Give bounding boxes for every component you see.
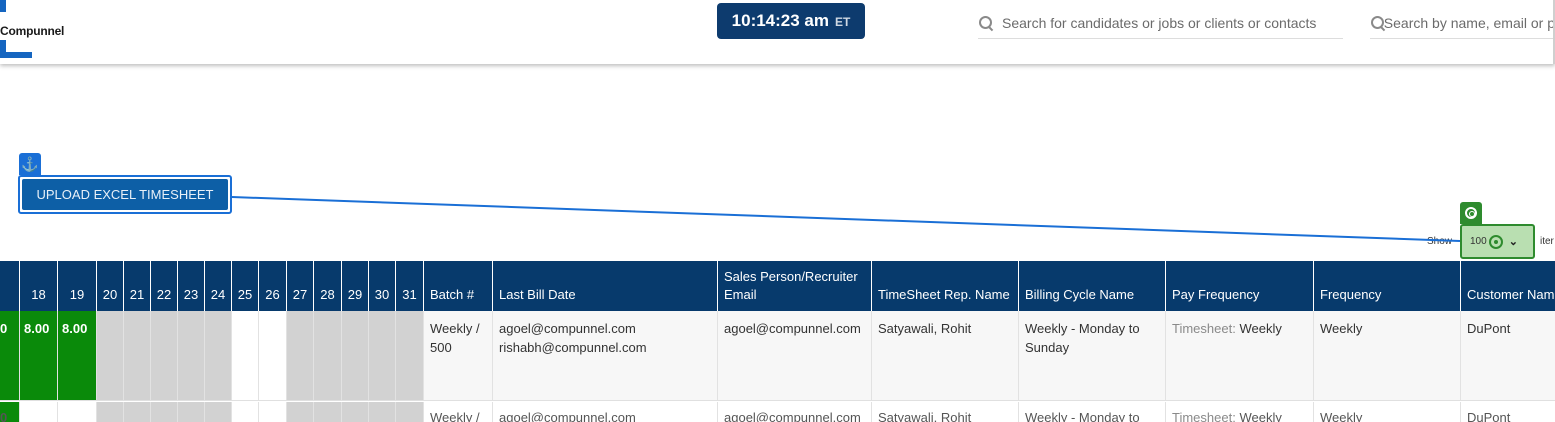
day-27-cell[interactable] (287, 402, 314, 422)
column-header-pay-frequency[interactable]: Pay Frequency (1166, 261, 1314, 311)
column-header-24[interactable]: 24 (205, 261, 232, 311)
search-icon (1370, 15, 1384, 31)
day-31-cell[interactable] (396, 311, 424, 400)
day-20-cell[interactable] (97, 311, 124, 400)
rep-name-cell: Satyawali, Rohit (872, 311, 1019, 400)
clock-time: 10:14:23 am (731, 11, 829, 30)
billing-cycle-cell: Weekly - Monday to (1019, 402, 1166, 422)
day-23-cell[interactable] (178, 402, 205, 422)
table-header: 18 19 20 21 22 23 24 25 26 27 28 29 30 3… (0, 261, 1555, 311)
day-29-cell[interactable] (342, 402, 369, 422)
anchor-icon: ⚓ (19, 153, 41, 175)
sales-email-cell: agoel@compunnel.com (718, 311, 872, 400)
page-size-value: 100 (1470, 236, 1487, 247)
column-header-29[interactable]: 29 (342, 261, 369, 311)
day-28-cell[interactable] (314, 402, 342, 422)
day-17-cell[interactable]: 0 (0, 311, 20, 400)
day-18-cell[interactable]: 8.00 (20, 311, 58, 400)
column-header-26[interactable]: 26 (259, 261, 287, 311)
day-17-cell[interactable]: 0 (0, 402, 20, 422)
column-header-sales-email[interactable]: Sales Person/Recruiter Email (718, 261, 872, 311)
pay-frequency-value: Weekly (1239, 321, 1282, 336)
name-search-placeholder[interactable]: Search by name, email or p (1384, 15, 1555, 31)
upload-excel-timesheet-button[interactable]: UPLOAD EXCEL TIMESHEET (22, 179, 228, 210)
column-header-billing-cycle[interactable]: Billing Cycle Name (1019, 261, 1166, 311)
logo-text: Compunnel (0, 24, 65, 38)
pay-frequency-value: Weekly (1239, 410, 1282, 422)
column-header-31[interactable]: 31 (396, 261, 424, 311)
day-22-cell[interactable] (151, 402, 178, 422)
day-21-cell[interactable] (124, 311, 151, 400)
global-search-placeholder[interactable]: Search for candidates or jobs or clients… (1002, 15, 1316, 31)
pay-frequency-cell: Timesheet: Weekly (1166, 402, 1314, 422)
batch-cell: Weekly / (424, 402, 493, 422)
column-header-last-bill-date[interactable]: Last Bill Date (493, 261, 718, 311)
target-icon (1460, 202, 1482, 224)
last-bill-date-cell: agoel@compunnel.com (493, 402, 718, 422)
name-search-field[interactable]: Search by name, email or p (1370, 8, 1555, 39)
day-28-cell[interactable] (314, 311, 342, 400)
billing-cycle-cell: Weekly - Monday to Sunday (1019, 311, 1166, 400)
customer-cell: DuPont (1467, 321, 1511, 336)
frequency-cell: Weekly (1314, 402, 1461, 422)
last-bill-date-cell: agoel@compunnel.com rishabh@compunnel.co… (493, 311, 718, 400)
day-26-cell[interactable] (259, 402, 287, 422)
day-30-cell[interactable] (369, 311, 396, 400)
table-row[interactable]: 0 Weekly / agoel@compunnel.com agoel@com… (0, 402, 1555, 422)
customer-cell: DuPont (1467, 410, 1511, 422)
day-25-cell[interactable] (232, 311, 259, 400)
day-26-cell[interactable] (259, 311, 287, 400)
column-header-customer[interactable]: Customer Nam (1461, 261, 1555, 311)
column-header-25[interactable]: 25 (232, 261, 259, 311)
column-header-23[interactable]: 23 (178, 261, 205, 311)
column-header-19[interactable]: 19 (58, 261, 97, 311)
clock-badge: 10:14:23 am ET (717, 3, 865, 39)
column-header-22[interactable]: 22 (151, 261, 178, 311)
pay-frequency-cell: Timesheet: Weekly (1166, 311, 1314, 400)
column-header-18[interactable]: 18 (20, 261, 58, 311)
day-20-cell[interactable] (97, 402, 124, 422)
day-18-cell[interactable] (20, 402, 58, 422)
column-header-28[interactable]: 28 (314, 261, 342, 311)
column-header-27[interactable]: 27 (287, 261, 314, 311)
day-30-cell[interactable] (369, 402, 396, 422)
upload-button-highlight: UPLOAD EXCEL TIMESHEET (18, 175, 232, 214)
column-header-rep-name[interactable]: TimeSheet Rep. Name (872, 261, 1019, 311)
sales-email-cell: agoel@compunnel.com (718, 402, 872, 422)
day-29-cell[interactable] (342, 311, 369, 400)
column-header-frequency[interactable]: Frequency (1314, 261, 1461, 311)
column-header-20[interactable]: 20 (97, 261, 124, 311)
day-27-cell[interactable] (287, 311, 314, 400)
column-header-21[interactable]: 21 (124, 261, 151, 311)
day-21-cell[interactable] (124, 402, 151, 422)
rep-name-cell: Satyawali, Rohit (872, 402, 1019, 422)
day-24-cell[interactable] (205, 311, 232, 400)
day-25-cell[interactable] (232, 402, 259, 422)
column-header-17 (0, 261, 20, 311)
chevron-down-icon: ⌄ (1508, 236, 1518, 248)
global-search-field[interactable]: Search for candidates or jobs or clients… (978, 8, 1343, 39)
show-label: Show (1427, 236, 1453, 247)
frequency-cell: Weekly (1314, 311, 1461, 400)
column-header-30[interactable]: 30 (369, 261, 396, 311)
column-header-batch[interactable]: Batch # (424, 261, 493, 311)
pay-frequency-prefix: Timesheet: (1172, 321, 1236, 336)
day-31-cell[interactable] (396, 402, 424, 422)
day-19-cell[interactable]: 8.00 (58, 311, 97, 400)
day-24-cell[interactable] (205, 402, 232, 422)
day-23-cell[interactable] (178, 311, 205, 400)
day-19-cell[interactable] (58, 402, 97, 422)
batch-cell: Weekly / 500 (424, 311, 493, 400)
search-icon (978, 15, 994, 31)
table-row[interactable]: 0 8.00 8.00 Weekly / 500 agoel@compunnel… (0, 311, 1555, 401)
crosshair-icon (1488, 234, 1503, 249)
items-label: iter (1540, 236, 1554, 247)
pay-frequency-prefix: Timesheet: (1172, 410, 1236, 422)
top-header: Compunnel 10:14:23 am ET Search for cand… (0, 0, 1555, 64)
clock-timezone: ET (835, 15, 851, 29)
page-size-select[interactable]: 100 ⌄ (1460, 224, 1535, 259)
day-22-cell[interactable] (151, 311, 178, 400)
